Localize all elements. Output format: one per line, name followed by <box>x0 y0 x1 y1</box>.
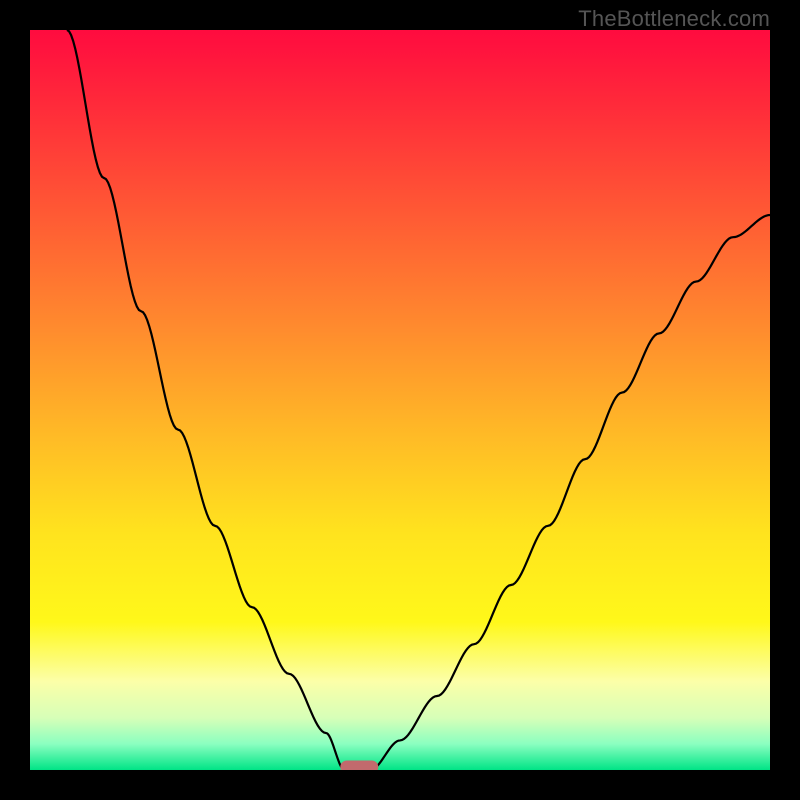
gradient-background <box>30 30 770 770</box>
bottleneck-chart <box>30 30 770 770</box>
chart-frame <box>30 30 770 770</box>
optimal-marker <box>341 761 378 770</box>
watermark-text: TheBottleneck.com <box>578 6 770 32</box>
